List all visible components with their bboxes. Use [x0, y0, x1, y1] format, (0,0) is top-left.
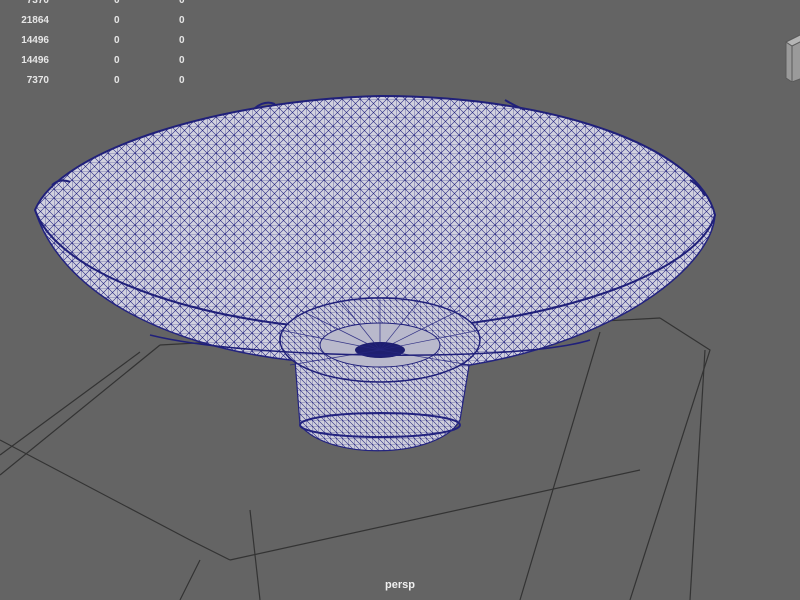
poly-count-hud: 7370 0 0 21864 0 0 14496 0 0 14496 0 0 7…	[0, 0, 200, 100]
camera-name-label: persp	[385, 579, 415, 591]
hud-row-tris: 14496 0 0	[0, 55, 200, 75]
hud-row-edges: 21864 0 0	[0, 15, 200, 35]
hud-value: 0	[179, 55, 185, 66]
hud-value: 0	[179, 0, 185, 6]
hud-value: 7370	[26, 75, 49, 86]
hud-value: 0	[114, 55, 120, 66]
hud-row-faces: 14496 0 0	[0, 35, 200, 55]
bowl-mesh[interactable]	[33, 94, 717, 452]
hud-value: 0	[179, 75, 185, 86]
hud-value: 7370	[26, 0, 49, 6]
hud-value: 0	[179, 35, 185, 46]
hud-value: 14496	[21, 55, 49, 66]
hud-value: 0	[114, 75, 120, 86]
hud-value: 0	[114, 15, 120, 26]
hud-value: 0	[114, 35, 120, 46]
hud-row-verts: 7370 0 0	[0, 0, 200, 15]
hud-value: 21864	[21, 15, 49, 26]
hud-value: 0	[179, 15, 185, 26]
hud-value: 14496	[21, 35, 49, 46]
hud-value: 0	[114, 0, 120, 6]
hud-row-uvs: 7370 0 0	[0, 75, 200, 95]
view-cube-icon[interactable]	[778, 30, 800, 82]
